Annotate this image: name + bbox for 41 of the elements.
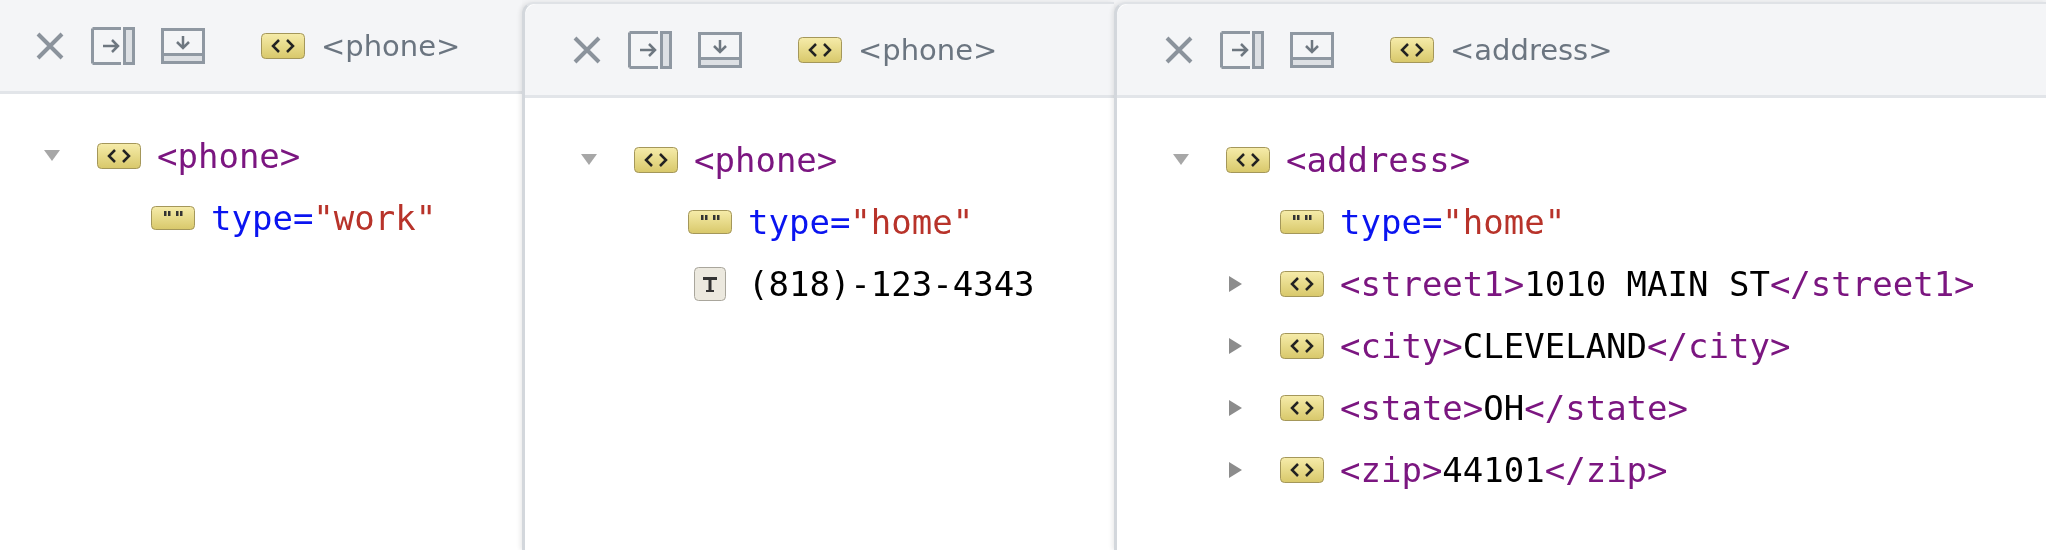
element-tag[interactable]: <zip>44101</zip>: [1340, 450, 1668, 490]
close-icon[interactable]: [35, 30, 65, 61]
arrow-into-panel-icon[interactable]: [628, 30, 672, 69]
arrow-into-panel-icon[interactable]: [1220, 30, 1264, 69]
text-node[interactable]: (818)-123-4343: [748, 264, 1035, 304]
close-icon[interactable]: [572, 34, 602, 65]
tag-icon: [1390, 36, 1434, 63]
element-tag[interactable]: <street1>1010 MAIN ST</street1>: [1340, 264, 1975, 304]
tag-icon: [798, 36, 842, 63]
tag-icon: [1280, 457, 1324, 483]
panel-title: <phone>: [321, 28, 461, 63]
disclosure-triangle-icon[interactable]: [1226, 337, 1244, 355]
quote-marks-icon: [1280, 210, 1324, 234]
download-tray-icon[interactable]: [698, 31, 742, 68]
download-tray-icon[interactable]: [161, 27, 205, 64]
element-tag[interactable]: <phone>: [694, 140, 838, 180]
disclosure-triangle-icon[interactable]: [1226, 461, 1244, 479]
tag-icon: [261, 32, 305, 59]
disclosure-triangle-icon[interactable]: [1226, 399, 1244, 417]
attribute-text[interactable]: type="work": [211, 198, 437, 238]
tag-icon: [97, 143, 141, 169]
close-icon[interactable]: [1164, 34, 1194, 65]
download-tray-icon[interactable]: [1290, 31, 1334, 68]
panel-title: <address>: [1450, 32, 1613, 67]
tag-icon: [1280, 271, 1324, 297]
text-node-icon: [694, 267, 726, 301]
disclosure-triangle-icon[interactable]: [1226, 275, 1244, 293]
panel-title: <phone>: [858, 32, 998, 67]
tag-icon: [1280, 333, 1324, 359]
tag-icon: [634, 147, 678, 173]
attribute-text[interactable]: type="home": [748, 202, 974, 242]
quote-marks-icon: [688, 210, 732, 234]
quote-marks-icon: [151, 206, 195, 230]
attribute-text[interactable]: type="home": [1340, 202, 1566, 242]
arrow-into-panel-icon[interactable]: [91, 26, 135, 65]
tag-icon: [1280, 395, 1324, 421]
element-tag[interactable]: <city>CLEVELAND</city>: [1340, 326, 1791, 366]
element-tag[interactable]: <phone>: [157, 136, 301, 176]
tag-icon: [1226, 147, 1270, 173]
element-tag[interactable]: <address>: [1286, 140, 1471, 180]
element-tag[interactable]: <state>OH</state>: [1340, 388, 1688, 428]
